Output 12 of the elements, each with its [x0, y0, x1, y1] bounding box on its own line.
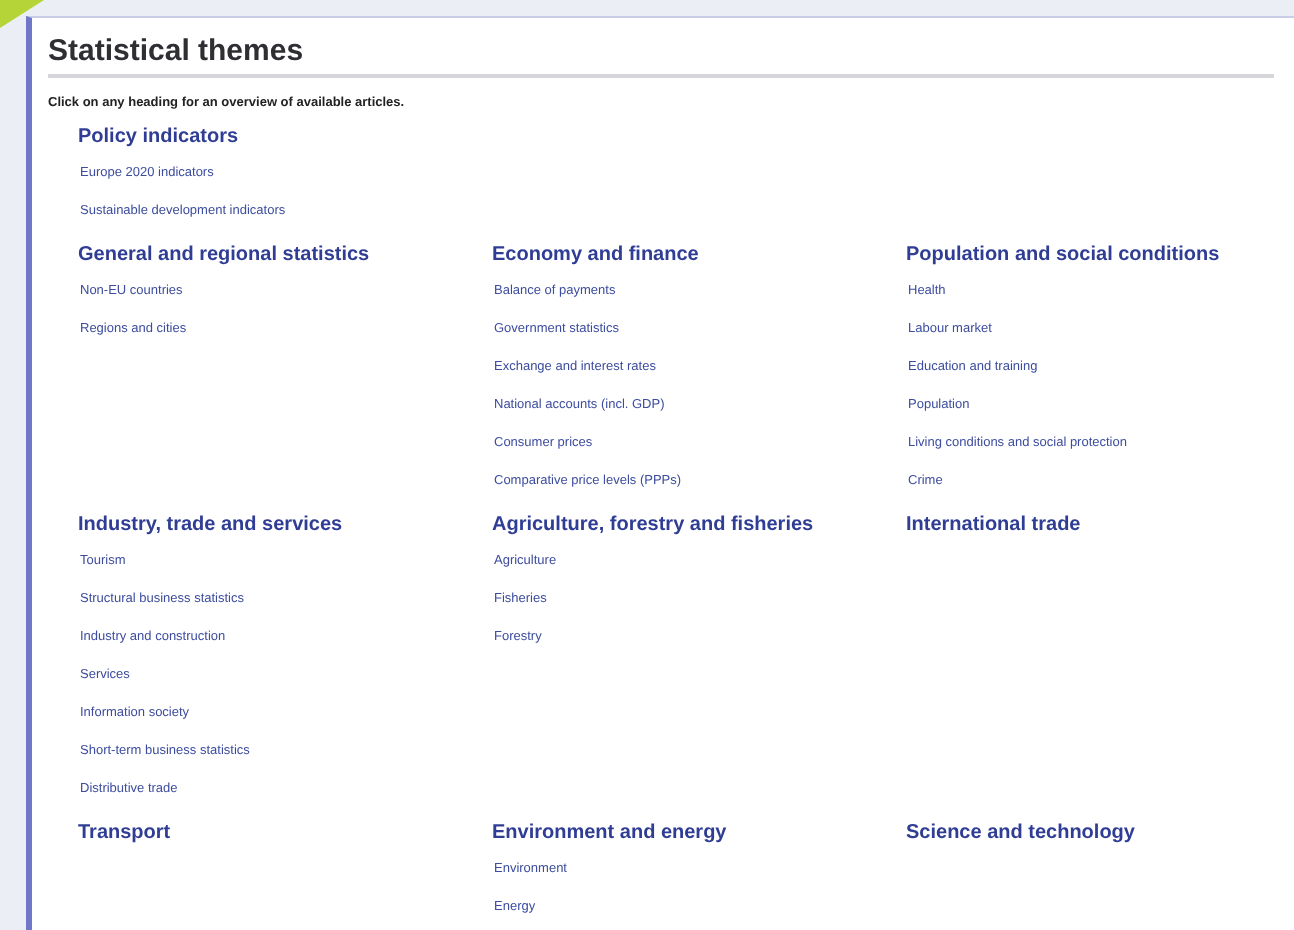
theme-heading-link[interactable]: General and regional statistics: [78, 236, 492, 278]
corner-triangle: [0, 0, 44, 28]
page-title: Statistical themes: [48, 34, 1274, 78]
theme-heading-link[interactable]: Transport: [78, 814, 492, 856]
theme-heading-link[interactable]: Economy and finance: [492, 236, 906, 278]
theme-heading-link[interactable]: Science and technology: [906, 814, 1274, 856]
theme-heading-link[interactable]: Industry, trade and services: [78, 506, 492, 548]
theme-heading-link[interactable]: International trade: [906, 506, 1274, 548]
theme-heading-link[interactable]: Environment and energy: [492, 814, 906, 856]
theme-heading-link[interactable]: Agriculture, forestry and fisheries: [492, 506, 906, 548]
theme-heading-link[interactable]: Population and social conditions: [906, 236, 1274, 278]
theme-heading-link[interactable]: Policy indicators: [78, 118, 492, 160]
